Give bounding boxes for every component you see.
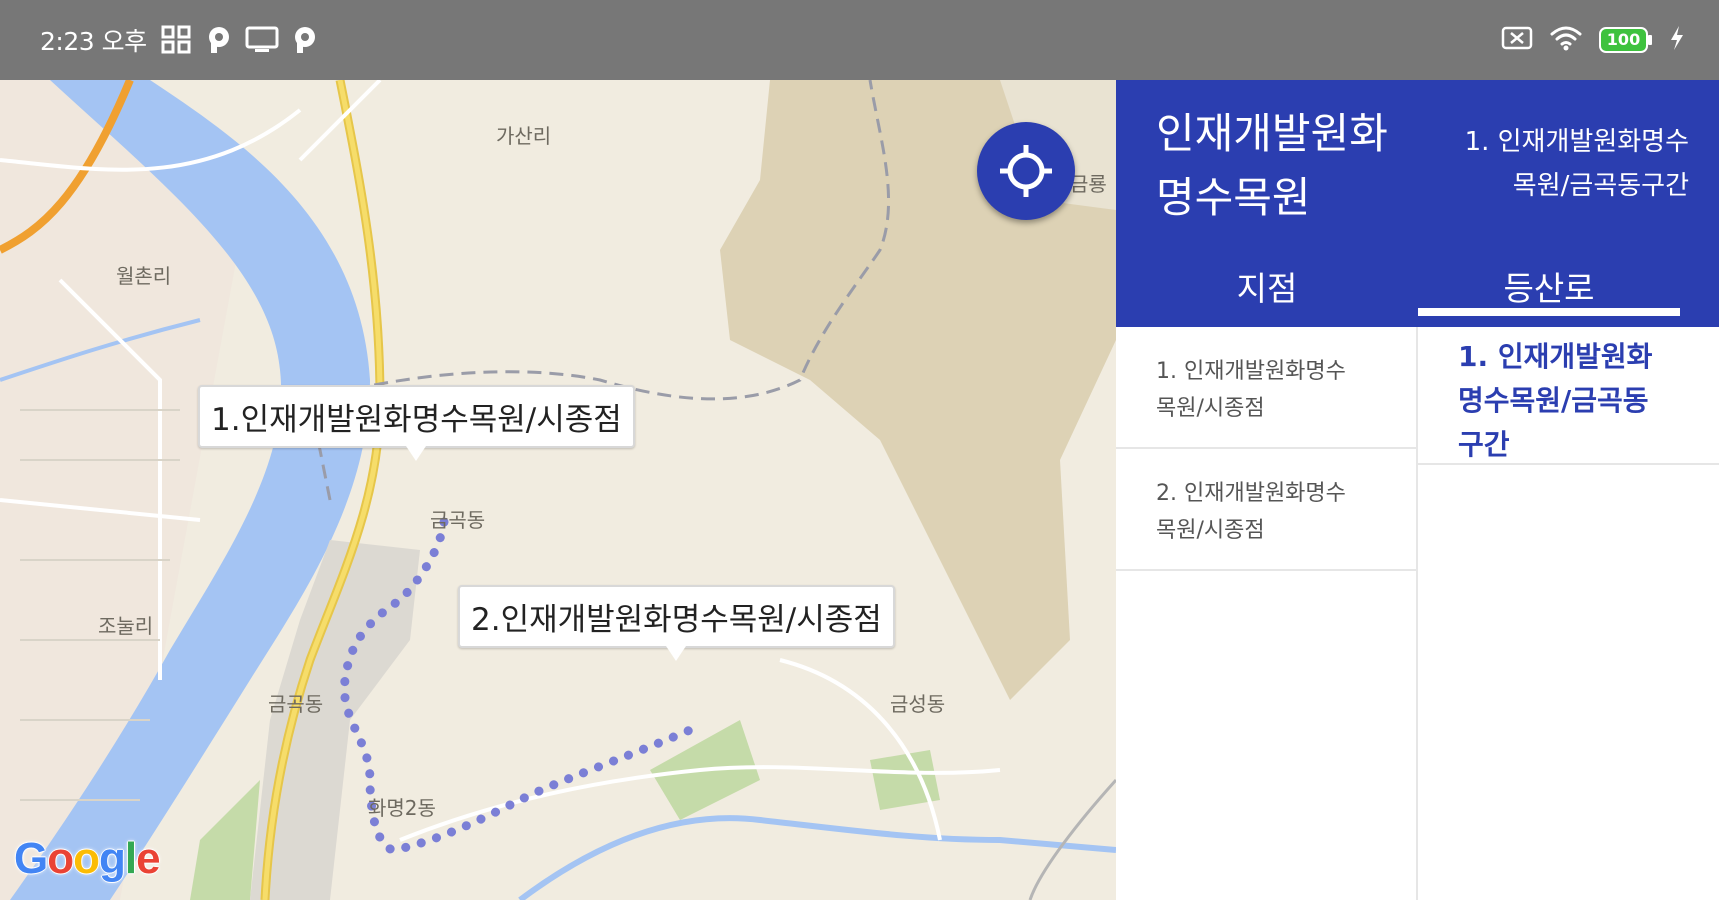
tab-indicator — [1418, 308, 1680, 316]
place-label: 화명2동 — [368, 796, 436, 820]
hiking-route — [339, 517, 695, 855]
trail-list: 1. 인재개발원화 명수목원/금곡동 구간 — [1418, 327, 1719, 900]
status-bar: 2:23 오후 100 — [0, 0, 1719, 80]
place-label: 조눌리 — [98, 614, 154, 638]
place-label: 가산리 — [496, 124, 552, 148]
panel-title: 인재개발원화 명수목원 — [1156, 109, 1388, 222]
charging-icon — [1669, 25, 1685, 55]
panel-subtitle: 1. 인재개발원화명수 목원/금곡동구간 — [1464, 127, 1689, 201]
panel-header: 인재개발원화 명수목원 1. 인재개발원화명수 목원/금곡동구간 지점 등산로 — [1116, 80, 1719, 327]
spot-list-item[interactable]: 1. 인재개발원화명수 목원/시종점 — [1116, 327, 1416, 449]
place-label: 월촌리 — [116, 264, 172, 288]
place-label: 금곡동 — [430, 508, 486, 532]
parking-icon — [293, 25, 317, 55]
screen-icon — [245, 26, 279, 54]
google-logo: Google — [14, 834, 161, 883]
crosshair-icon — [1000, 145, 1052, 197]
map-marker-callout[interactable]: 1.인재개발원화명수목원/시종점 — [198, 385, 635, 461]
map-view[interactable]: 가산리 월촌리 금곡동 조눌리 금곡동 금성동 화명2동 금룡 1.인재개발원화… — [0, 80, 1116, 900]
trail-list-item[interactable]: 1. 인재개발원화 명수목원/금곡동 구간 — [1418, 327, 1719, 465]
apps-icon — [161, 25, 193, 55]
place-label: 금룡 — [1070, 172, 1107, 196]
place-label: 금성동 — [890, 692, 946, 716]
side-panel: 인재개발원화 명수목원 1. 인재개발원화명수 목원/금곡동구간 지점 등산로 … — [1116, 80, 1719, 900]
parking-icon — [207, 25, 231, 55]
spot-list-item[interactable]: 2. 인재개발원화명수 목원/시종점 — [1116, 449, 1416, 571]
spot-list: 1. 인재개발원화명수 목원/시종점 2. 인재개발원화명수 목원/시종점 — [1116, 327, 1418, 900]
sim-icon — [1501, 26, 1533, 54]
tab-spots[interactable]: 지점 — [1116, 245, 1418, 327]
my-location-button[interactable] — [977, 122, 1075, 220]
place-label: 금곡동 — [268, 692, 324, 716]
status-right-icons: 100 — [1501, 0, 1685, 80]
battery-icon: 100 — [1599, 27, 1653, 53]
battery-level: 100 — [1606, 30, 1641, 49]
wifi-icon — [1549, 25, 1583, 55]
map-marker-callout[interactable]: 2.인재개발원화명수목원/시종점 — [458, 585, 895, 661]
status-time: 2:23 오후 — [40, 27, 147, 56]
